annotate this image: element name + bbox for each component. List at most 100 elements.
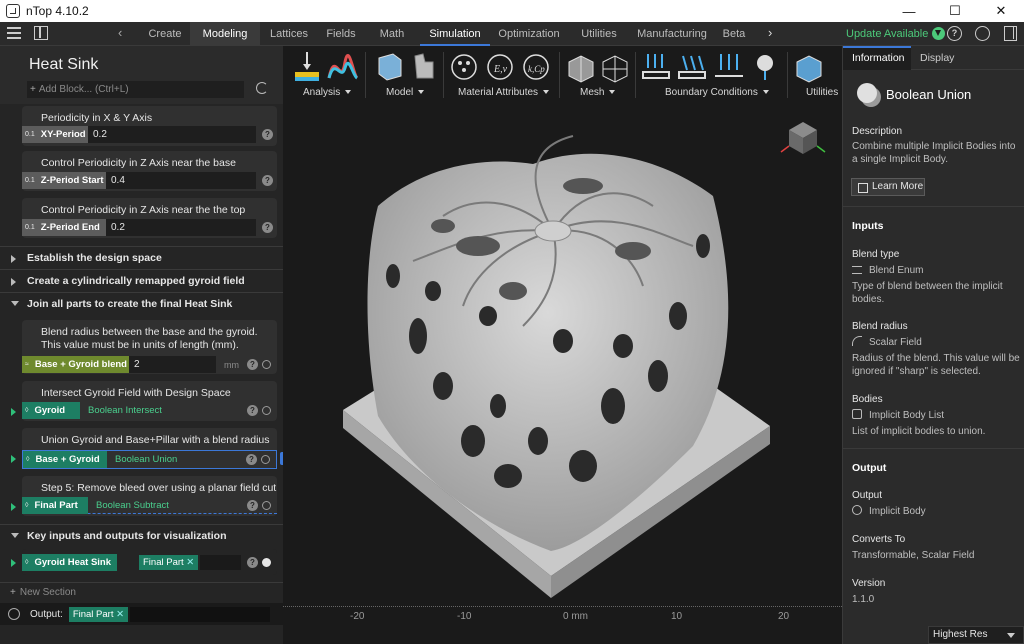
z-period-end-value[interactable]: 0.2: [106, 219, 256, 236]
help-icon[interactable]: ?: [262, 129, 273, 140]
update-label: Update Available: [846, 28, 929, 40]
ntop-logo-icon: [6, 4, 20, 18]
heat-sink-model[interactable]: [283, 46, 842, 626]
help-icon[interactable]: ?: [247, 405, 258, 416]
input-name: Blend radius: [852, 321, 908, 332]
boundary-icon-3[interactable]: [715, 54, 743, 77]
implicit-body-icon: [852, 505, 862, 515]
help-icon[interactable]: ?: [262, 175, 273, 186]
help-icon[interactable]: ?: [247, 359, 258, 370]
tab-create[interactable]: Create: [140, 22, 190, 46]
material-attributes-group-button[interactable]: Material Attributes: [458, 87, 549, 98]
output-chip[interactable]: Final Part ✕: [68, 606, 129, 622]
add-block-placeholder: Add Block... (Ctrl+L): [38, 84, 129, 95]
collapse-arrow-icon: [11, 533, 19, 538]
toolbar-icons: E,v k,Cp: [295, 52, 822, 83]
section-label: Establish the design space: [27, 252, 162, 264]
gyroid-heat-sink-chip[interactable]: ◊ Gyroid Heat Sink: [22, 554, 117, 571]
chip-label: Z-Period Start: [40, 175, 104, 186]
add-block-input[interactable]: + Add Block... (Ctrl+L): [27, 81, 244, 98]
material-icon-1[interactable]: [451, 54, 477, 80]
boundary-icon-4[interactable]: [757, 55, 773, 80]
new-section-button[interactable]: + New Section: [0, 582, 283, 602]
remove-icon[interactable]: ✕: [116, 609, 124, 620]
input-desc: List of implicit bodies to union.: [852, 426, 986, 437]
visibility-toggle[interactable]: [262, 500, 271, 510]
material-icon-3[interactable]: k,Cp: [523, 54, 549, 80]
analysis-group-button[interactable]: Analysis: [303, 87, 351, 98]
hamburger-menu-icon[interactable]: [7, 27, 21, 39]
base-gyroid-blend-chip[interactable]: ≈ Base + Gyroid blend: [22, 356, 129, 373]
ruler-label: -10: [457, 611, 472, 622]
help-icon[interactable]: ?: [246, 454, 257, 465]
right-panel-toggle-icon[interactable]: [1004, 26, 1017, 41]
help-icon[interactable]: ?: [247, 499, 258, 511]
maximize-button[interactable]: ☐: [932, 0, 978, 22]
xy-period-value[interactable]: 0.2: [88, 126, 256, 143]
section-gyroid-field[interactable]: Create a cylindrically remapped gyroid f…: [0, 269, 283, 291]
view-cube[interactable]: [780, 122, 826, 154]
base-gyroid-chip[interactable]: ◊ Base + Gyroid: [23, 451, 107, 468]
section-key-io[interactable]: Key inputs and outputs for visualization: [0, 524, 283, 546]
utilities-icon[interactable]: [796, 55, 822, 83]
3d-viewport[interactable]: [283, 46, 842, 626]
tab-optimization[interactable]: Optimization: [490, 22, 568, 46]
analysis-icon-1[interactable]: [295, 52, 319, 81]
tab-fields[interactable]: Fields: [318, 22, 364, 46]
visibility-toggle[interactable]: [262, 406, 271, 415]
tab-modeling[interactable]: Modeling: [190, 22, 260, 46]
panel-toggle-icon[interactable]: [34, 26, 48, 40]
tab-simulation[interactable]: Simulation: [420, 22, 490, 46]
gyroid-chip[interactable]: ◊ Gyroid: [22, 402, 80, 419]
material-icon-2[interactable]: E,v: [487, 54, 513, 80]
z-period-end-chip[interactable]: 0.1 Z-Period End: [22, 219, 106, 236]
visibility-toggle[interactable]: [261, 455, 270, 464]
resolution-dropdown[interactable]: Highest Res: [928, 626, 1024, 644]
tab-display[interactable]: Display: [911, 46, 979, 70]
model-icon-2[interactable]: [414, 53, 434, 79]
close-button[interactable]: ✕: [978, 0, 1024, 22]
minimize-button[interactable]: —: [886, 0, 932, 22]
mesh-group-button[interactable]: Mesh: [580, 87, 615, 98]
output-icon: [8, 608, 20, 620]
ref-list-field[interactable]: [200, 555, 241, 570]
blend-value[interactable]: 2: [129, 356, 216, 373]
boundary-icon-1[interactable]: [642, 54, 670, 79]
model-icon-1[interactable]: [378, 53, 402, 81]
visibility-toggle[interactable]: [262, 360, 271, 369]
account-icon[interactable]: [975, 26, 990, 41]
boundary-icon-2[interactable]: [678, 55, 706, 79]
output-field[interactable]: [130, 606, 271, 622]
xy-period-card: Periodicity in X & Y Axis 0.1 XY-Period 0…: [22, 106, 277, 146]
learn-more-button[interactable]: Learn More: [851, 178, 925, 196]
mesh-icon-2[interactable]: [602, 55, 628, 83]
tab-lattices[interactable]: Lattices: [260, 22, 318, 46]
tab-utilities[interactable]: Utilities: [568, 22, 630, 46]
xy-period-chip[interactable]: 0.1 XY-Period: [22, 126, 88, 143]
update-available-button[interactable]: Update Available: [846, 22, 946, 46]
tab-math[interactable]: Math: [364, 22, 420, 46]
refresh-icon[interactable]: [256, 82, 268, 94]
section-design-space[interactable]: Establish the design space: [0, 246, 283, 268]
analysis-icon-2[interactable]: [327, 54, 359, 80]
section-join-parts[interactable]: Join all parts to create the final Heat …: [0, 292, 283, 314]
tabs-left-arrow-icon[interactable]: ‹: [118, 25, 122, 40]
z-period-start-chip[interactable]: 0.1 Z-Period Start: [22, 172, 106, 189]
z-period-start-value[interactable]: 0.4: [106, 172, 256, 189]
tab-beta[interactable]: Beta: [714, 22, 754, 46]
visibility-toggle[interactable]: [262, 558, 271, 567]
tab-information[interactable]: Information: [843, 46, 911, 70]
input-type: Implicit Body List: [869, 410, 945, 421]
final-part-ref-chip[interactable]: Final Part ✕: [139, 555, 199, 570]
help-icon[interactable]: ?: [262, 222, 273, 233]
boundary-conditions-group-button[interactable]: Boundary Conditions: [665, 87, 769, 98]
help-icon[interactable]: ?: [947, 26, 962, 41]
help-icon[interactable]: ?: [247, 557, 258, 568]
mesh-icon-1[interactable]: [568, 55, 594, 83]
tabs-right-arrow-icon[interactable]: ›: [768, 25, 772, 40]
remove-icon[interactable]: ✕: [186, 557, 194, 568]
description-text: Combine multiple Implicit Bodies into a …: [852, 141, 1016, 165]
tab-manufacturing[interactable]: Manufacturing: [630, 22, 714, 46]
final-part-chip[interactable]: ◊ Final Part: [22, 496, 88, 514]
model-group-button[interactable]: Model: [386, 87, 424, 98]
